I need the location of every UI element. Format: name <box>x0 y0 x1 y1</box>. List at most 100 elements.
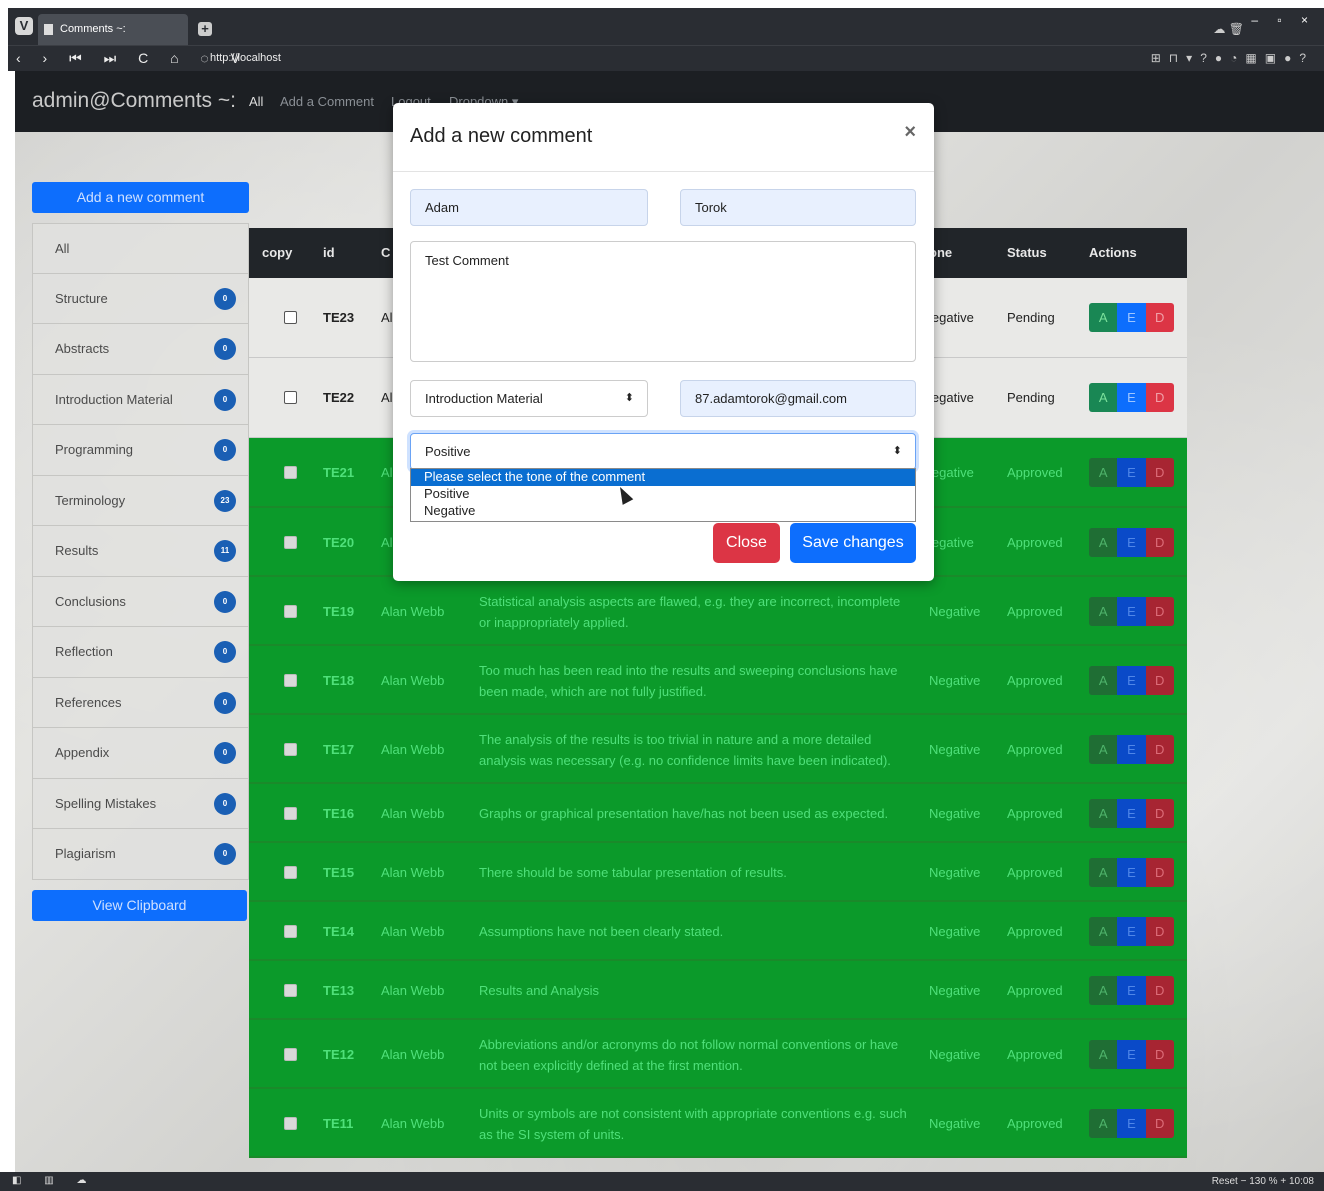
nav-link-all[interactable]: All <box>249 94 263 109</box>
sidebar-item[interactable]: Plagiarism 0 <box>32 829 249 880</box>
edit-button[interactable]: E <box>1117 798 1146 828</box>
edit-button[interactable]: E <box>1117 383 1146 412</box>
sidebar-item[interactable]: Spelling Mistakes 0 <box>32 778 249 829</box>
add-comment-button[interactable]: Add a new comment <box>32 182 249 213</box>
copy-checkbox[interactable] <box>284 535 297 549</box>
row-commenter: Al <box>381 390 393 405</box>
sidebar-item[interactable]: Programming 0 <box>32 425 249 476</box>
count-badge: 11 <box>214 540 236 562</box>
delete-button[interactable]: D <box>1145 734 1174 764</box>
delete-button[interactable]: D <box>1145 303 1174 332</box>
email-input[interactable]: 87.adamtorok@gmail.com <box>680 380 916 417</box>
browser-tab[interactable]: Comments ~: <box>38 14 188 45</box>
tab-bar-icons[interactable]: ☁ 🗑 <box>1213 22 1244 36</box>
copy-checkbox[interactable] <box>284 865 297 879</box>
delete-button[interactable]: D <box>1145 857 1174 887</box>
copy-checkbox[interactable] <box>284 673 297 687</box>
first-name-input[interactable]: Adam <box>410 189 648 226</box>
delete-button[interactable]: D <box>1145 458 1174 487</box>
toolbar-extension-icons[interactable]: ⊞⊓▾?●◔▦▣●? <box>1151 51 1314 65</box>
sidebar-item[interactable]: All <box>32 223 249 274</box>
row-id: TE18 <box>323 672 355 688</box>
delete-button[interactable]: D <box>1145 383 1174 412</box>
copy-checkbox[interactable] <box>284 924 297 938</box>
close-button[interactable]: Close <box>713 523 780 563</box>
copy-checkbox[interactable] <box>284 983 297 997</box>
edit-button[interactable]: E <box>1117 527 1146 557</box>
sidebar-item[interactable]: Terminology 23 <box>32 475 249 526</box>
delete-button[interactable]: D <box>1145 798 1174 828</box>
window-controls[interactable]: – ▫ × <box>1251 13 1316 27</box>
edit-button[interactable]: E <box>1117 734 1146 764</box>
approve-button[interactable]: A <box>1089 1108 1118 1138</box>
copy-checkbox[interactable] <box>284 1047 297 1061</box>
approve-button[interactable]: A <box>1089 857 1118 887</box>
edit-button[interactable]: E <box>1117 596 1146 626</box>
sidebar-item[interactable]: References 0 <box>32 677 249 728</box>
delete-button[interactable]: D <box>1145 596 1174 626</box>
row-comment-text: Units or symbols are not consistent with… <box>479 1105 907 1142</box>
sidebar-item[interactable]: Results 11 <box>32 526 249 577</box>
approve-button[interactable]: A <box>1089 975 1118 1005</box>
edit-button[interactable]: E <box>1117 1108 1146 1138</box>
row-commenter: Alan Webb <box>381 672 445 688</box>
url-field[interactable]: http://localhost <box>210 52 281 64</box>
edit-button[interactable]: E <box>1117 1039 1146 1069</box>
copy-checkbox[interactable] <box>284 311 297 324</box>
row-tone: Negative <box>929 603 981 619</box>
edit-button[interactable]: E <box>1117 458 1146 487</box>
sidebar-item[interactable]: Reflection 0 <box>32 627 249 678</box>
nav-link-add-comment[interactable]: Add a Comment <box>280 94 374 109</box>
last-name-input[interactable]: Torok <box>680 189 916 226</box>
vivaldi-logo-icon[interactable]: V <box>15 17 33 35</box>
delete-button[interactable]: D <box>1145 665 1174 695</box>
row-status: Approved <box>1007 982 1063 998</box>
copy-checkbox[interactable] <box>284 391 297 404</box>
status-left-icons[interactable]: ◧ ▥ ☁ <box>12 1175 96 1186</box>
sidebar-item[interactable]: Introduction Material 0 <box>32 374 249 425</box>
sidebar-item[interactable]: Structure 0 <box>32 273 249 324</box>
zoom-status[interactable]: Reset − 130 % + 10:08 <box>1212 1176 1314 1187</box>
tone-option[interactable]: Please select the tone of the comment <box>411 469 915 486</box>
tone-option[interactable]: Negative <box>411 503 915 520</box>
sidebar-item[interactable]: Abstracts 0 <box>32 324 249 375</box>
delete-button[interactable]: D <box>1145 975 1174 1005</box>
save-changes-button[interactable]: Save changes <box>790 523 916 563</box>
sidebar-item[interactable]: Appendix 0 <box>32 728 249 779</box>
approve-button[interactable]: A <box>1089 665 1118 695</box>
delete-button[interactable]: D <box>1145 1108 1174 1138</box>
copy-checkbox[interactable] <box>284 604 297 618</box>
approve-button[interactable]: A <box>1089 303 1118 332</box>
sidebar-item-label: References <box>55 694 122 710</box>
approve-button[interactable]: A <box>1089 798 1118 828</box>
close-icon[interactable]: × <box>904 121 916 144</box>
comment-textarea[interactable]: Test Comment <box>410 241 916 362</box>
copy-checkbox[interactable] <box>284 806 297 820</box>
approve-button[interactable]: A <box>1089 734 1118 764</box>
copy-checkbox[interactable] <box>284 1116 297 1130</box>
edit-button[interactable]: E <box>1117 303 1146 332</box>
approve-button[interactable]: A <box>1089 916 1118 946</box>
edit-button[interactable]: E <box>1117 665 1146 695</box>
delete-button[interactable]: D <box>1145 527 1174 557</box>
copy-checkbox[interactable] <box>284 466 297 479</box>
category-select[interactable]: Introduction Material ⬍ <box>410 380 648 417</box>
approve-button[interactable]: A <box>1089 383 1118 412</box>
delete-button[interactable]: D <box>1145 1039 1174 1069</box>
new-tab-icon[interactable]: + <box>198 22 212 36</box>
view-clipboard-button[interactable]: View Clipboard <box>32 890 247 921</box>
edit-button[interactable]: E <box>1117 857 1146 887</box>
approve-button[interactable]: A <box>1089 527 1118 557</box>
row-tone: legative <box>929 310 974 325</box>
copy-checkbox[interactable] <box>284 742 297 756</box>
tone-select[interactable]: Positive ⬍ <box>410 433 916 470</box>
edit-button[interactable]: E <box>1117 916 1146 946</box>
sidebar-item[interactable]: Conclusions 0 <box>32 576 249 627</box>
approve-button[interactable]: A <box>1089 596 1118 626</box>
tone-option[interactable]: Positive <box>411 486 915 503</box>
approve-button[interactable]: A <box>1089 458 1118 487</box>
delete-button[interactable]: D <box>1145 916 1174 946</box>
approve-button[interactable]: A <box>1089 1039 1118 1069</box>
edit-button[interactable]: E <box>1117 975 1146 1005</box>
brand-title[interactable]: admin@Comments ~: <box>32 89 236 113</box>
